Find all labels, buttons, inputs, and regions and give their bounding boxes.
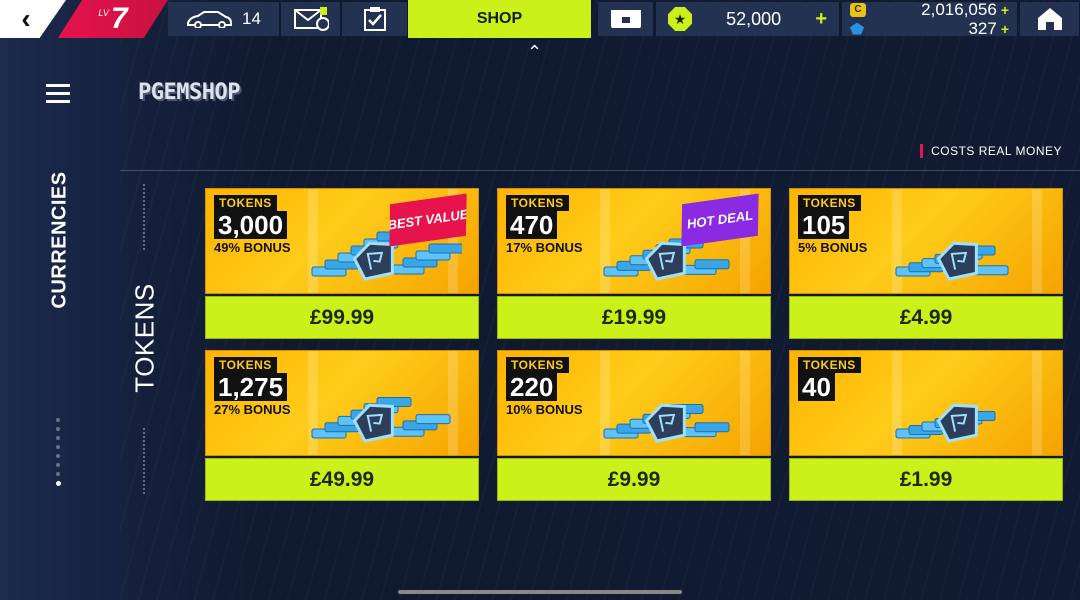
currency-panel: C 2,016,056 + 327 + <box>842 0 1018 38</box>
buy-button[interactable]: £99.99 <box>205 296 479 339</box>
side-tab-currencies[interactable]: CURRENCIES <box>49 171 72 308</box>
add-tokens-button[interactable]: + <box>1001 21 1009 37</box>
page-indicator <box>56 418 64 491</box>
section-divider <box>143 428 145 494</box>
back-button[interactable]: ‹ <box>0 0 66 38</box>
menu-button[interactable] <box>46 84 70 104</box>
offer-tag: TOKENS <box>506 357 569 373</box>
offer-amount: 470 <box>506 211 558 239</box>
section-label-tokens: TOKENS <box>129 283 160 393</box>
collapse-caret-icon[interactable]: ⌃ <box>527 42 542 63</box>
offer-tag: TOKENS <box>506 195 569 211</box>
home-button[interactable] <box>1020 2 1080 36</box>
tokens-value: 327 <box>968 18 997 38</box>
clipboard-icon <box>363 7 386 31</box>
buy-button[interactable]: £4.99 <box>789 296 1063 339</box>
shop-title: PGEMSHOP <box>138 80 240 105</box>
offer-amount: 220 <box>506 373 558 401</box>
credits-value: 2,016,056 <box>921 0 997 19</box>
level-number: 7 <box>110 2 128 35</box>
mail-icon <box>293 7 329 31</box>
missions-button[interactable] <box>342 2 408 36</box>
packs-button[interactable] <box>598 2 654 36</box>
offer-art: TOKENS 1,275 27% BONUS <box>205 350 479 456</box>
offer-art: TOKENS 105 5% BONUS <box>789 188 1063 294</box>
costs-real-money-note: COSTS REAL MONEY <box>920 144 1062 158</box>
tokens-row[interactable]: 327 + <box>850 18 1009 38</box>
level-badge: LV 7 <box>58 0 168 38</box>
offer-art: TOKENS 3,000 49% BONUS BEST VALUE <box>205 188 479 294</box>
add-rank-button[interactable]: + <box>815 8 827 31</box>
offer-bonus: 27% BONUS <box>214 402 291 417</box>
mail-button[interactable] <box>281 2 341 36</box>
offer-amount: 105 <box>798 211 850 239</box>
offer-tag: TOKENS <box>798 195 861 211</box>
rank-points[interactable]: ★ 52,000 + <box>656 2 840 36</box>
offer-amount: 40 <box>798 373 835 401</box>
offer-bonus: 49% BONUS <box>214 240 291 255</box>
buy-button[interactable]: £1.99 <box>789 458 1063 501</box>
buy-button[interactable]: £49.99 <box>205 458 479 501</box>
level-prefix: LV <box>98 8 109 18</box>
home-indicator[interactable] <box>398 590 682 594</box>
offer-art: TOKENS 470 17% BONUS HOT DEAL <box>497 188 771 294</box>
offer-card[interactable]: TOKENS 105 5% BONUS £4.99 <box>789 188 1063 339</box>
offer-card[interactable]: TOKENS 3,000 49% BONUS BEST VALUE £99.99 <box>205 188 479 339</box>
header-divider <box>120 170 1080 171</box>
token-pile-icon <box>603 403 730 443</box>
cars-count: 14 <box>242 9 261 28</box>
offer-amount: 1,275 <box>214 373 288 401</box>
home-icon <box>1037 8 1062 30</box>
token-icon <box>850 22 864 35</box>
token-pile-icon <box>895 403 996 443</box>
chevron-left-icon: ‹ <box>21 3 31 34</box>
shop-tab[interactable]: SHOP <box>408 0 592 38</box>
buy-button[interactable]: £19.99 <box>497 296 771 339</box>
offer-bonus: 17% BONUS <box>506 240 583 255</box>
token-pile-icon <box>895 241 1009 281</box>
star-icon: ★ <box>668 7 692 31</box>
offer-card[interactable]: TOKENS 470 17% BONUS HOT DEAL £19.99 <box>497 188 771 339</box>
rank-value: 52,000 <box>726 8 782 29</box>
offer-card[interactable]: TOKENS 1,275 27% BONUS £49.99 <box>205 350 479 501</box>
credits-row[interactable]: C 2,016,056 + <box>850 0 1009 19</box>
offer-tag: TOKENS <box>214 195 277 211</box>
offer-art: TOKENS 220 10% BONUS <box>497 350 771 456</box>
shop-tab-label: SHOP <box>476 10 523 27</box>
hamburger-icon <box>46 84 70 87</box>
credits-icon: C <box>850 2 866 17</box>
offer-bonus: 5% BONUS <box>798 240 868 255</box>
car-icon <box>187 11 233 28</box>
garage-button[interactable]: 14 <box>168 2 280 36</box>
chest-icon <box>610 10 641 28</box>
token-pile-icon <box>311 397 451 443</box>
offer-art: TOKENS 40 <box>789 350 1063 456</box>
offer-tag: TOKENS <box>214 357 277 373</box>
top-bar: ‹ LV 7 14 SHOP ★ 52,000 + C 2,016,056 + … <box>0 0 1080 38</box>
buy-button[interactable]: £9.99 <box>497 458 771 501</box>
offer-card[interactable]: TOKENS 220 10% BONUS £9.99 <box>497 350 771 501</box>
offer-amount: 3,000 <box>214 211 288 239</box>
offer-tag: TOKENS <box>798 357 861 373</box>
offer-bonus: 10% BONUS <box>506 402 583 417</box>
add-credits-button[interactable]: + <box>1001 2 1009 18</box>
offer-card[interactable]: TOKENS 40 £1.99 <box>789 350 1063 501</box>
section-divider <box>143 184 145 250</box>
